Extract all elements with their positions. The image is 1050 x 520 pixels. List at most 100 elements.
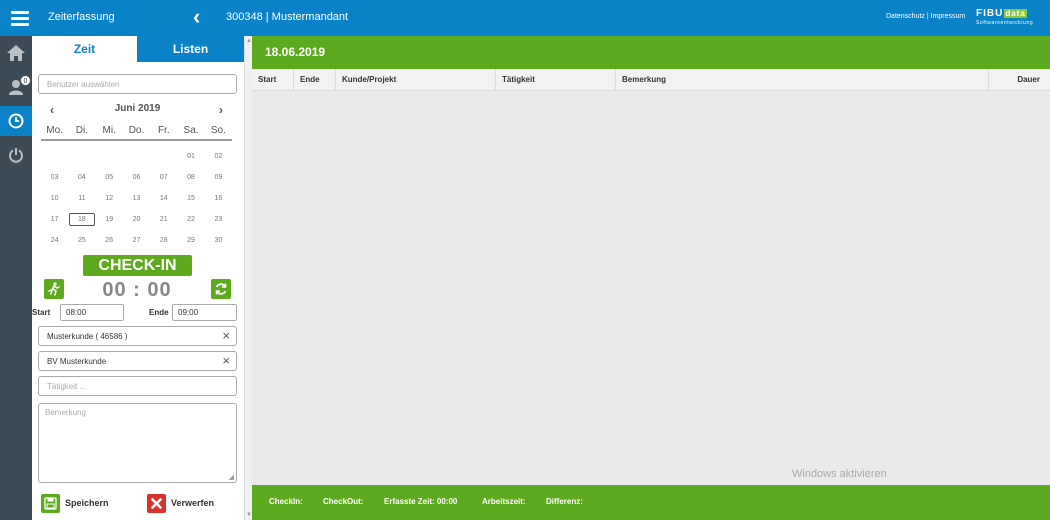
calendar-day[interactable]: 25 — [68, 237, 95, 244]
calendar-week: 17 18 19 20 21 22 23 — [41, 212, 232, 226]
calendar-day[interactable]: 11 — [68, 195, 95, 202]
calendar-day[interactable]: 09 — [205, 174, 232, 181]
project-select[interactable]: BV Musterkunde × — [38, 351, 237, 371]
calendar-day[interactable]: 17 — [41, 216, 68, 223]
calendar-day[interactable]: 08 — [177, 174, 204, 181]
calendar-week: 24 25 26 27 28 29 30 — [41, 233, 232, 247]
clock-icon[interactable] — [0, 106, 32, 136]
calendar-day[interactable]: 22 — [177, 216, 204, 223]
tab-zeit[interactable]: Zeit — [32, 36, 137, 62]
activation-watermark: Windows aktivieren — [792, 468, 887, 480]
end-label: Ende — [149, 308, 169, 317]
user-badge: 0 — [20, 75, 31, 86]
calendar-day[interactable]: 03 — [41, 174, 68, 181]
clear-project-icon[interactable]: × — [222, 354, 230, 368]
next-month-icon[interactable]: › — [219, 103, 223, 117]
calendar-day[interactable]: 27 — [123, 237, 150, 244]
calendar-day[interactable]: 12 — [96, 195, 123, 202]
start-time-input[interactable]: 08:00 — [60, 304, 124, 321]
column-header[interactable]: Ende — [294, 69, 336, 91]
logo-word-fibu: FIBU — [976, 8, 1004, 19]
calendar-day[interactable]: 07 — [150, 174, 177, 181]
calendar-day[interactable]: 20 — [123, 216, 150, 223]
column-header[interactable]: Kunde/Projekt — [336, 69, 496, 91]
panel-tabs: Zeit Listen — [32, 36, 244, 62]
end-time-input[interactable]: 09:00 — [172, 304, 237, 321]
calendar-day[interactable]: 02 — [205, 153, 232, 160]
save-label: Speichern — [65, 498, 109, 508]
user-icon[interactable]: 0 — [0, 72, 32, 102]
company-logo: FIBU data Softwareentwicklung — [976, 8, 1042, 28]
calendar-day[interactable]: 24 — [41, 237, 68, 244]
discard-button[interactable]: Verwerfen — [147, 493, 214, 513]
calendar-weekdays: Mo. Di. Mi. Do. Fr. Sa. So. — [41, 125, 232, 141]
worktime-summary: Arbeitszeit: — [482, 497, 526, 506]
calendar-day[interactable]: 29 — [177, 237, 204, 244]
legal-links[interactable]: Datenschutz | Impressum — [886, 13, 965, 20]
user-select[interactable]: Benutzer auswählen — [38, 74, 237, 94]
recorded-time-summary: Erfasste Zeit: 00:00 — [384, 497, 458, 506]
calendar-day[interactable]: 26 — [96, 237, 123, 244]
difference-summary: Differenz: — [546, 497, 583, 506]
back-chevron-icon[interactable]: ‹ — [193, 5, 200, 29]
weekday: Sa. — [183, 125, 199, 136]
calendar-day[interactable]: 10 — [41, 195, 68, 202]
calendar-header: Juni 2019 ‹ › — [38, 103, 237, 117]
calendar-day[interactable]: 30 — [205, 237, 232, 244]
power-icon[interactable] — [0, 140, 32, 170]
icon-sidebar: 0 — [0, 36, 32, 520]
column-header[interactable]: Tätigkeit — [496, 69, 616, 91]
home-icon[interactable] — [0, 38, 32, 68]
calendar-day[interactable]: 14 — [150, 195, 177, 202]
tab-listen[interactable]: Listen — [137, 36, 244, 62]
calendar-day[interactable]: 18 — [69, 212, 95, 226]
panel-scrollbar[interactable]: ▲ ▼ — [244, 36, 252, 520]
prev-month-icon[interactable]: ‹ — [50, 103, 54, 117]
calendar-day[interactable]: 13 — [123, 195, 150, 202]
column-header[interactable]: Start — [252, 69, 294, 91]
save-button[interactable]: Speichern — [41, 493, 109, 513]
calendar-day[interactable]: 21 — [150, 216, 177, 223]
calendar-day[interactable]: 23 — [205, 216, 232, 223]
column-header[interactable]: Dauer — [989, 69, 1050, 91]
customer-value: Musterkunde ( 46586 ) — [47, 331, 128, 341]
calendar-month: Juni 2019 — [114, 103, 161, 114]
remark-placeholder: Bemerkung — [45, 408, 86, 417]
start-label: Start — [32, 308, 51, 317]
time-entry-panel: Zeit Listen Benutzer auswählen Juni 2019… — [32, 36, 244, 520]
clear-customer-icon[interactable]: × — [222, 329, 230, 343]
customer-select[interactable]: Musterkunde ( 46586 ) × — [38, 326, 237, 346]
calendar-week: 01 02 — [41, 149, 232, 163]
column-header[interactable]: Bemerkung — [616, 69, 989, 91]
refresh-icon[interactable] — [211, 279, 231, 299]
main-content: 18.06.2019 Start Ende Kunde/Projekt Täti… — [252, 36, 1050, 520]
check-in-button[interactable]: CHECK-IN — [83, 255, 192, 276]
activity-input[interactable]: Tätigkeit ... — [38, 376, 237, 396]
calendar-day[interactable]: 04 — [68, 174, 95, 181]
calendar-week: 10 11 12 13 14 15 16 — [41, 191, 232, 205]
weekday: Mo. — [46, 125, 63, 136]
project-value: BV Musterkunde — [47, 356, 107, 366]
calendar-day[interactable]: 01 — [177, 153, 204, 160]
weekday: Mi. — [102, 125, 116, 136]
weekday: Do. — [128, 125, 145, 136]
calendar-day[interactable]: 19 — [96, 216, 123, 223]
calendar-day[interactable]: 06 — [123, 174, 150, 181]
calendar-day[interactable]: 05 — [96, 174, 123, 181]
calendar-day[interactable]: 15 — [177, 195, 204, 202]
timer-display: 00 : 00 — [102, 279, 172, 301]
logo-word-data: data — [1004, 9, 1027, 18]
calendar-day[interactable]: 16 — [205, 195, 232, 202]
floppy-disk-icon — [41, 493, 60, 513]
menu-icon[interactable] — [0, 0, 40, 36]
weekday: Fr. — [157, 125, 170, 136]
selected-date: 18.06.2019 — [252, 36, 1050, 69]
table-header: Start Ende Kunde/Projekt Tätigkeit Bemer… — [252, 69, 1050, 91]
checkin-summary: CheckIn: — [269, 497, 303, 506]
resize-handle-icon[interactable]: ◢ — [229, 473, 234, 481]
running-man-icon[interactable] — [44, 279, 64, 299]
calendar-week: 03 04 05 06 07 08 09 — [41, 170, 232, 184]
remark-textarea[interactable]: Bemerkung ◢ — [38, 403, 237, 483]
checkout-summary: CheckOut: — [323, 497, 364, 506]
calendar-day[interactable]: 28 — [150, 237, 177, 244]
